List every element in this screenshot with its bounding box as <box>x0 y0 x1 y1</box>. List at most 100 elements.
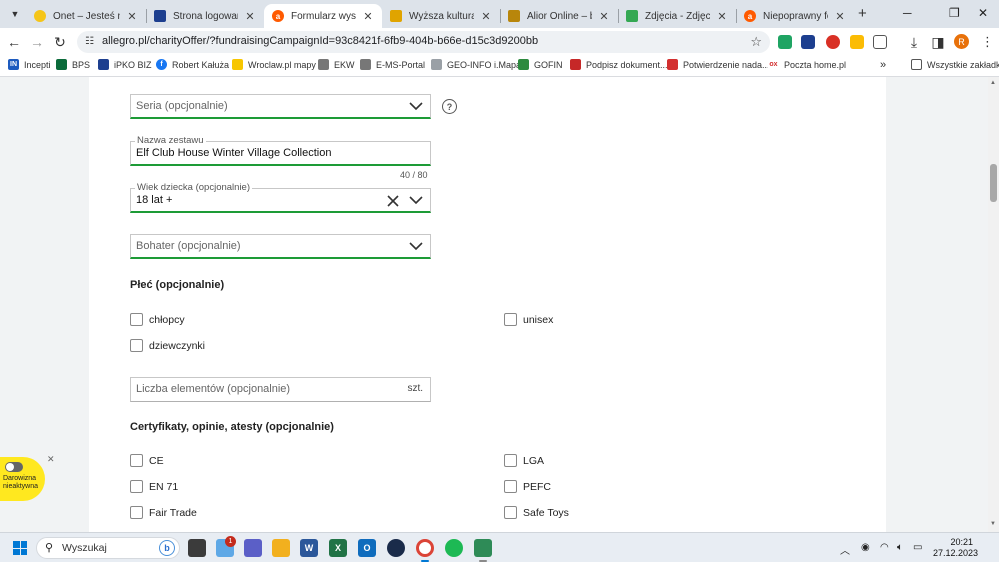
wifi-icon[interactable]: ◠ <box>880 542 889 553</box>
seria-select[interactable]: Seria (opcjonalnie) <box>130 94 431 119</box>
tab-allegro-form[interactable]: a Formularz wystawiania ✕ <box>264 4 382 28</box>
excel-icon[interactable]: X <box>329 539 347 557</box>
checkbox-box[interactable] <box>130 480 143 493</box>
new-tab-button[interactable]: + <box>858 5 867 22</box>
close-tab-icon[interactable]: ✕ <box>244 10 256 23</box>
checkbox-lga[interactable]: LGA <box>504 454 544 467</box>
bookmark-item[interactable]: Potwierdzenie nada... <box>667 59 770 70</box>
tab-search-icon[interactable]: ▼ <box>6 6 24 22</box>
taskbar-clock[interactable]: 20:21 27.12.2023 <box>933 537 978 559</box>
bookmark-item[interactable]: Wroclaw.pl mapy <box>232 59 316 70</box>
bookmark-item[interactable]: Podpisz dokument... <box>570 59 668 70</box>
tab-niepoprawny[interactable]: a Niepoprawny formularz ✕ <box>736 4 854 28</box>
bookmarks-overflow-button[interactable]: » <box>880 59 886 71</box>
bookmark-item[interactable]: BPS <box>56 59 90 70</box>
donation-toggle-badge[interactable]: Darowizna nieaktywna <box>0 457 45 501</box>
tab-onet[interactable]: Onet – Jesteś na bieżąco ✕ <box>26 4 146 28</box>
forward-icon[interactable]: → <box>28 33 46 51</box>
donation-toggle[interactable] <box>5 462 23 472</box>
app-icon[interactable] <box>387 539 405 557</box>
extension-icon[interactable] <box>850 35 864 49</box>
checkbox-box[interactable] <box>130 454 143 467</box>
scroll-down-icon[interactable]: ▼ <box>990 521 996 527</box>
back-icon[interactable]: ← <box>5 33 23 51</box>
checkbox-box[interactable] <box>130 339 143 352</box>
nazwa-zestawu-input[interactable]: Nazwa zestawu Elf Club House Winter Vill… <box>130 135 431 166</box>
all-bookmarks-button[interactable]: Wszystkie zakładki <box>911 59 999 70</box>
checkbox-box[interactable] <box>130 506 143 519</box>
reload-icon[interactable]: ↻ <box>51 33 69 51</box>
tab-kultura[interactable]: Wyższa kultura. Bankowość ✕ <box>382 4 500 28</box>
downloads-icon[interactable]: ⤓ <box>905 33 923 51</box>
bookmark-item[interactable]: GEO-INFO i.Mapa <box>431 59 521 70</box>
close-tab-icon[interactable]: ✕ <box>126 10 138 23</box>
word-icon[interactable]: W <box>300 539 318 557</box>
close-tab-icon[interactable]: ✕ <box>598 10 610 23</box>
wiek-dziecka-select[interactable]: Wiek dziecka (opcjonalnie) 18 lat + <box>130 182 431 213</box>
page-icon <box>431 59 442 70</box>
address-bar[interactable]: ☷ allegro.pl/charityOffer/?fundraisingCa… <box>77 31 770 53</box>
checkbox-ce[interactable]: CE <box>130 454 164 467</box>
bookmark-item[interactable]: ox Poczta home.pl <box>768 59 846 70</box>
extension-icon[interactable] <box>826 35 840 49</box>
tab-ipko[interactable]: Strona logowania | iPKO ✕ <box>146 4 264 28</box>
bookmark-item[interactable]: iPKO BIZ <box>98 59 152 70</box>
bohater-select[interactable]: Bohater (opcjonalnie) <box>130 234 431 259</box>
checkbox-unisex[interactable]: unisex <box>504 313 553 326</box>
close-tab-icon[interactable]: ✕ <box>480 10 492 23</box>
close-tab-icon[interactable]: ✕ <box>362 10 374 23</box>
checkbox-fair-trade[interactable]: Fair Trade <box>130 506 197 519</box>
bookmark-item[interactable]: GOFIN <box>518 59 563 70</box>
close-icon[interactable]: ✕ <box>47 454 55 465</box>
bookmark-item[interactable]: f Robert Kałuża <box>156 59 229 70</box>
site-info-icon[interactable]: ☷ <box>85 36 97 48</box>
scrollbar-thumb[interactable] <box>990 164 997 202</box>
bookmark-item[interactable]: E-MS-Portal <box>360 59 425 70</box>
clear-icon[interactable] <box>386 194 400 208</box>
help-icon[interactable]: ? <box>442 99 457 114</box>
checkbox-en71[interactable]: EN 71 <box>130 480 178 493</box>
checkbox-box[interactable] <box>504 454 517 467</box>
spotify-icon[interactable] <box>445 539 463 557</box>
minimize-icon[interactable]: ─ <box>903 6 912 20</box>
outlook-icon[interactable]: O <box>358 539 376 557</box>
close-tab-icon[interactable]: ✕ <box>716 10 728 23</box>
windows-start-icon[interactable] <box>13 541 27 555</box>
page-scrollbar[interactable]: ▲ ▼ <box>988 77 999 532</box>
extension-icon[interactable] <box>801 35 815 49</box>
teams-chat-icon[interactable] <box>244 539 262 557</box>
extensions-puzzle-icon[interactable] <box>873 35 887 49</box>
google-drive-icon[interactable] <box>778 35 792 49</box>
side-panel-icon[interactable]: ◨ <box>929 33 947 51</box>
checkbox-box[interactable] <box>130 313 143 326</box>
tab-google-photos[interactable]: Zdjęcia - Zdjęcia Google ✕ <box>618 4 736 28</box>
chrome-icon[interactable] <box>416 539 434 557</box>
checkbox-safe-toys[interactable]: Safe Toys <box>504 506 569 519</box>
close-tab-icon[interactable]: ✕ <box>834 10 846 23</box>
menu-icon[interactable]: ⋮ <box>981 34 994 50</box>
profile-avatar[interactable]: R <box>954 34 969 49</box>
checkbox-dziewczynki[interactable]: dziewczynki <box>130 339 205 352</box>
checkbox-box[interactable] <box>504 313 517 326</box>
taskbar-search[interactable]: ⚲ Wyszukaj b <box>36 537 180 559</box>
bing-icon[interactable]: b <box>159 540 175 556</box>
bookmark-star-icon[interactable]: ☆ <box>750 34 762 50</box>
checkbox-box[interactable] <box>504 480 517 493</box>
task-view-icon[interactable] <box>188 539 206 557</box>
bookmark-item[interactable]: IN Incepti <box>8 59 51 70</box>
app-tray-icon[interactable]: ◉ <box>861 542 870 553</box>
scroll-up-icon[interactable]: ▲ <box>990 80 996 86</box>
restore-icon[interactable]: ❐ <box>949 6 960 20</box>
checkbox-box[interactable] <box>504 506 517 519</box>
close-window-icon[interactable]: ✕ <box>978 6 988 20</box>
battery-icon[interactable]: ▭ <box>913 542 922 553</box>
app-icon[interactable] <box>474 539 492 557</box>
show-hidden-icons-icon[interactable]: ︿ <box>840 542 850 557</box>
checkbox-pefc[interactable]: PEFC <box>504 480 551 493</box>
volume-icon[interactable]: 🔈︎ <box>897 542 903 553</box>
file-explorer-icon[interactable] <box>272 539 290 557</box>
checkbox-chlopcy[interactable]: chłopcy <box>130 313 185 326</box>
liczba-elementow-input[interactable]: Liczba elementów (opcjonalnie) szt. <box>130 377 431 402</box>
bookmark-item[interactable]: EKW <box>318 59 355 70</box>
tab-alior[interactable]: Alior Online – bankowość ✕ <box>500 4 618 28</box>
